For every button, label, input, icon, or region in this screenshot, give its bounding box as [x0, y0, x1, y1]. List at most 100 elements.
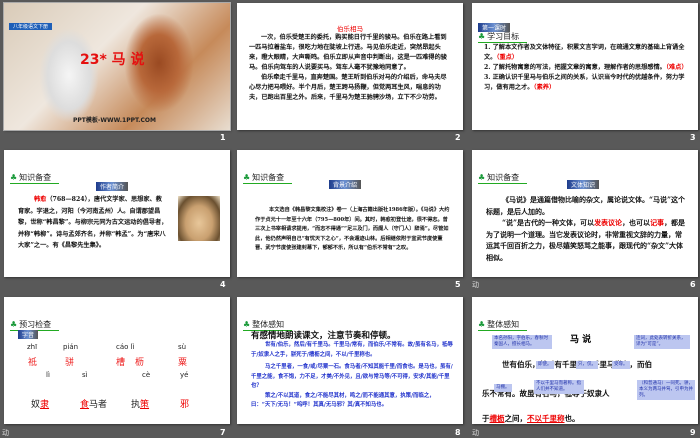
container: 食马者 [80, 397, 107, 410]
text: yé [180, 371, 189, 379]
text: 执 [131, 400, 141, 410]
text: （难点） [665, 64, 688, 71]
leaf-icon: ♣ [10, 320, 18, 329]
text: 隶 [40, 400, 50, 410]
slide-number: 7 [220, 428, 226, 437]
objective-item: 2. 了解托物寓意的写法，把握文章的寓意，理解作者的思想感情。（难点） [484, 63, 690, 73]
leaf-icon: ♣ [10, 173, 18, 182]
slide-thumbnail-4[interactable]: ♣ 知识备查 作者简介 韩愈（768—824），唐代文学家、思想家、教育家。字退之… [4, 150, 230, 277]
text: pián [63, 343, 79, 351]
section-heading: ♣ 整体感知 [478, 319, 528, 331]
text: 奴 [31, 400, 41, 410]
paragraph: 马之千里者，一食/或/尽粟一石。食马者/不知其能千里/而食也。是马也，虽有/千里… [251, 364, 453, 389]
animation-icon[interactable]: 动 [472, 280, 479, 290]
text: lì [46, 371, 50, 379]
text: 记事 [650, 218, 665, 227]
author-badge: 作者简介 [96, 182, 129, 191]
slide-number: 3 [690, 133, 696, 142]
text: 整体感知 [252, 320, 285, 329]
objective-item: 3. 正确认识千里马与伯乐之间的关系，认识当今时代的优越条件，努力学习，做有用之… [484, 73, 690, 93]
slide-number: 2 [455, 133, 461, 142]
text: 槽枥 [489, 414, 505, 423]
slide-thumbnail-5[interactable]: ♣ 知识备查 背景介绍 本文选自《韩昌黎文集校注》卷一（上海古籍出版社1986年版… [237, 150, 463, 277]
container: 世有/伯乐，然后/有千里马。千里马/常有，而伯乐/不常有。故/虽有名马，祗辱于/… [251, 341, 453, 411]
container: 执策 [131, 397, 149, 410]
slide-number: 9 [690, 428, 696, 437]
container: 一次，伯乐受楚王的委托，购买能日行千里的骏马。伯乐在路上看到一匹马拉着盐车，很吃… [249, 33, 451, 103]
text: 枥 [135, 358, 145, 368]
container: 奴隶 [31, 397, 49, 410]
section-heading: ♣ 知识备查 [478, 172, 528, 184]
text: 策 [140, 400, 150, 410]
pronunciation-badge: 字音 [18, 330, 39, 339]
objective-item: 1. 了解本文作者及文体特征，积累文言字词，在疏通文意的基础上背诵全文。（重点） [484, 43, 690, 63]
slide-thumbnail-2[interactable]: 伯乐相马 一次，伯乐受楚王的委托，购买能日行千里的骏马。伯乐在路上看到一匹马拉着… [237, 3, 463, 130]
annotation-note: 只，仅。 [576, 361, 598, 369]
annotation-note: 即使。 [536, 361, 554, 369]
slide-thumbnail-9[interactable]: ♣整体感知 马 说 世有伯乐，然后有千里马。千里马常有，而伯 乐不常有。故虽有名… [472, 297, 698, 424]
background-badge: 背景介绍 [329, 180, 362, 189]
genre-badge: 文体知识 [567, 180, 600, 189]
text: 之间， [504, 414, 528, 423]
paragraph: 策之/不以其道，食之/不能尽其材，鸣之/而不能通其意，执策/而临之，曰：“天下/… [251, 392, 435, 409]
figures-image [39, 28, 99, 123]
text: 知识备查 [19, 173, 52, 182]
text: “说”是古代的一种文体，可以 [502, 218, 595, 227]
section-heading: ♣ 知识备查 [243, 172, 293, 184]
text: cè [142, 371, 151, 379]
slide-number: 8 [455, 428, 461, 437]
slide-title: 23* 马 说 [80, 52, 145, 68]
slide-thumbnail-7[interactable]: ♣ 预习检查 字音 zhī pián cáo lì sù 祗 骈 槽 枥 粟 lì… [4, 297, 230, 424]
slide-number: 4 [220, 280, 226, 289]
text: 发表议论 [594, 218, 623, 227]
leaf-icon: ♣ [243, 320, 251, 329]
text: 知识备查 [252, 173, 285, 182]
text: 整体感知 [487, 320, 520, 329]
section-heading: ♣ 知识备查 [10, 172, 60, 184]
slide-thumbnail-1[interactable]: 八年级语文下册 23* 马 说 PPT模板-WWW.1PPT.COM [3, 2, 231, 131]
text: sì [82, 371, 88, 379]
paragraph: 一次，伯乐受楚王的委托，购买能日行千里的骏马。伯乐在路上看到一匹马拉着盐车，很吃… [249, 34, 447, 71]
author-name: 韩愈 [34, 196, 47, 203]
author-bio: （768—824），唐代文学家、思想家、教育家。字退之，河阳（今河南孟州）人。自… [18, 196, 168, 249]
text: 预习检查 [19, 320, 52, 329]
slide-title: 伯乐相马 [337, 25, 363, 33]
paragraph: 世有/伯乐，然后/有千里马。千里马/常有，而伯乐/不常有。故/虽有名马，祗辱于/… [251, 342, 453, 358]
slide-thumbnail-6[interactable]: ♣ 知识备查 文体知识 《马说》是通篇借物比喻的杂文，属论说文体。“马说”这个标题… [472, 150, 698, 277]
text: （素养） [533, 84, 556, 91]
slide-thumbnail-8[interactable]: ♣ 整体感知 有感情地朗读课文，注意节奏和停顿。 世有/伯乐，然后/有千里马。千里… [237, 297, 463, 424]
leaf-icon: ♣ [478, 32, 486, 41]
text: ，也可以 [622, 218, 651, 227]
container: 《马说》是通篇借物比喻的杂文，属论说文体。“马说”这个标题，是后人加的。 “说”… [486, 194, 688, 263]
annotation-note: 本名孙阳，字伯乐，春秋时秦国人，擅长相马。 [492, 335, 552, 349]
annotation-note: 马棚。 [494, 384, 512, 392]
instruction-heading: 有感情地朗读课文，注意节奏和停顿。 [251, 331, 396, 341]
text: 学习目标 [487, 32, 520, 41]
text: 知识备查 [487, 173, 520, 182]
animation-icon[interactable]: 动 [2, 428, 9, 438]
text: cáo lì [116, 343, 135, 351]
text: 3. 正确认识千里马与伯乐之间的关系，认识当今时代的优越条件，努力学习，做有用之… [484, 74, 685, 91]
animation-icon[interactable]: 动 [472, 428, 479, 438]
text-title: 马 说 [570, 335, 592, 345]
text-line: 于槽枥之间，不以千里称也。 [482, 414, 580, 424]
slide-number: 5 [455, 280, 461, 289]
text: （重点） [496, 54, 519, 61]
leaf-icon: ♣ [243, 173, 251, 182]
grade-badge: 八年级语文下册 [9, 23, 53, 30]
section-heading: ♣ 学习目标 [478, 31, 528, 43]
annotation-note: 连词，此处表转折关系，译为“可是”。 [634, 335, 690, 349]
text: sù [178, 343, 187, 351]
watermark-text: PPT模板-WWW.1PPT.COM [73, 117, 156, 124]
paragraph: “说”是古代的一种文体，可以发表议论，也可以记事，都是为了说明一个道理。当它发表… [486, 217, 688, 263]
background-text: 本文选自《韩昌黎文集校注》卷一（上海古籍出版社1986年版）。《马说》大约作于贞… [255, 207, 450, 251]
slide-number: 6 [690, 280, 696, 289]
slide-number: 1 [220, 133, 226, 142]
annotation-note: 不以千里马而著称。指人们并不知道。 [534, 380, 584, 394]
slide-thumbnail-3[interactable]: 第一课时 ♣ 学习目标 1. 了解本文作者及文体特征，积累文言字词，在疏通文意的基… [472, 3, 698, 130]
text: 祗 [28, 358, 38, 368]
paragraph: 伯乐牵走千里马，直奔楚国。楚王听到伯乐对马的介绍后，命马夫尽心尽力把马喂好。半个… [249, 74, 447, 101]
leaf-icon: ♣ [478, 320, 486, 329]
annotation-note: 受辱。 [612, 361, 630, 369]
container: 韩愈（768—824），唐代文学家、思想家、教育家。字退之，河阳（今河南孟州）人… [18, 194, 168, 252]
